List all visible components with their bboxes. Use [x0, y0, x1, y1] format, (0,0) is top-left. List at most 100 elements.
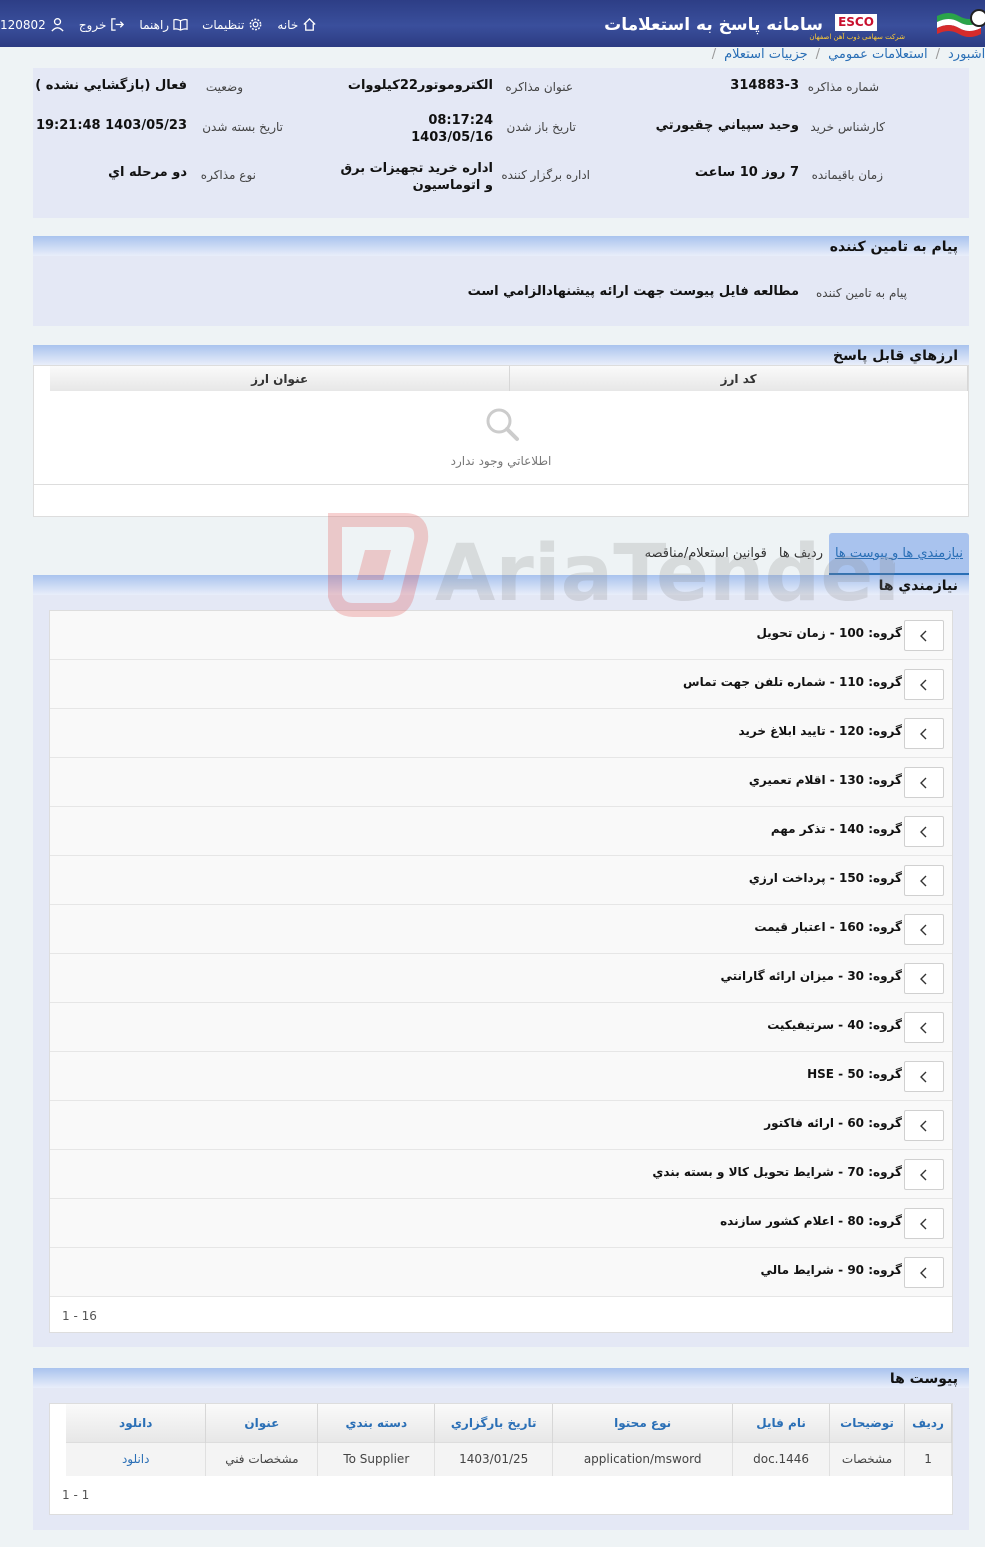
- settings-label: تنظيمات: [202, 17, 245, 32]
- expand-group-button[interactable]: [904, 816, 944, 847]
- expand-group-button[interactable]: [904, 767, 944, 798]
- expand-group-button[interactable]: [904, 669, 944, 700]
- breadcrumb-dashboard[interactable]: داشبورد: [948, 47, 985, 62]
- guide-button[interactable]: راهنما: [139, 17, 188, 32]
- requirement-group-label: گروه: 90 - شرايط مالي: [760, 1263, 902, 1277]
- type-label: نوع مذاکره: [200, 168, 256, 182]
- expand-group-button[interactable]: [904, 914, 944, 945]
- breadcrumb-public-inquiries[interactable]: استعلامات عمومي: [828, 47, 928, 62]
- expand-group-button[interactable]: [904, 1012, 944, 1043]
- gear-icon: [250, 18, 262, 31]
- status-label: وضعيت: [205, 80, 243, 94]
- tab-rules[interactable]: قوانين استعلام/مناقصه: [639, 533, 773, 575]
- flag-logo-icon: [937, 9, 985, 37]
- table-cell: doc.1446: [732, 1441, 831, 1476]
- requirement-group-row[interactable]: گروه: 130 - اقلام تعميري: [50, 758, 952, 807]
- currencies-panel: ارزهاي قابل پاسخ کد ارز عنوان ارز اطلاعا…: [33, 345, 969, 517]
- currencies-title: ارزهاي قابل پاسخ: [33, 345, 969, 365]
- requirement-group-row[interactable]: گروه: 140 - تذکر مهم: [50, 807, 952, 856]
- top-bar: ESCO شرکت سهامی ذوب آهن اصفهان سامانه پا…: [0, 0, 985, 47]
- buyer-label: كارشناس خريد: [810, 120, 885, 134]
- chevron-left-icon: [920, 1169, 927, 1180]
- currency-title-header[interactable]: عنوان ارز: [50, 366, 511, 391]
- requirement-group-label: گروه: 160 - اعتبار قيمت: [754, 920, 902, 934]
- number-label: شماره مذاکره: [807, 80, 879, 94]
- attachments-col-header[interactable]: نام فايل: [732, 1404, 831, 1442]
- expand-group-button[interactable]: [904, 620, 944, 651]
- requirement-group-label: گروه: 50 - HSE: [807, 1067, 902, 1081]
- home-button[interactable]: خانه: [277, 17, 317, 32]
- requirement-group-row[interactable]: گروه: 150 - پرداخت ارزي: [50, 856, 952, 905]
- requirement-group-row[interactable]: گروه: 80 - اعلام كشور سازنده: [50, 1199, 952, 1248]
- brand-subtitle: شرکت سهامی ذوب آهن اصفهان: [809, 33, 905, 41]
- requirement-group-row[interactable]: گروه: 40 - سرتيفيکيت: [50, 1003, 952, 1052]
- table-cell: 1: [904, 1441, 952, 1476]
- requirement-group-row[interactable]: گروه: 30 - ميزان ارائه گارانتي: [50, 954, 952, 1003]
- requirement-group-label: گروه: 150 - پرداخت ارزي: [748, 871, 902, 885]
- requirement-group-row[interactable]: گروه: 160 - اعتبار قيمت: [50, 905, 952, 954]
- attachments-title: پيوست ها: [33, 1368, 969, 1388]
- status-value: فعال (بازگشايي نشده ): [35, 78, 187, 93]
- requirement-group-row[interactable]: گروه: 60 - ارائه فاكتور: [50, 1101, 952, 1150]
- user-menu[interactable]: 120802: [0, 17, 65, 32]
- logout-label: خروج: [78, 17, 107, 32]
- requirement-group-label: گروه: 140 - تذکر مهم: [770, 822, 902, 836]
- expand-group-button[interactable]: [904, 1257, 944, 1288]
- requirement-group-row[interactable]: گروه: 110 - شماره تلفن جهت تماس: [50, 660, 952, 709]
- chevron-left-icon: [920, 826, 927, 837]
- guide-label: راهنما: [139, 17, 170, 32]
- tab-requirements[interactable]: نيازمندي ها و پيوست ها: [828, 533, 969, 575]
- attachments-col-header[interactable]: رديف: [904, 1404, 952, 1442]
- no-data-text: اطلاعاتي وجود ندارد: [450, 454, 552, 468]
- chevron-left-icon: [920, 679, 927, 690]
- attachments-col-header[interactable]: عنوان: [205, 1404, 319, 1442]
- requirement-group-row[interactable]: گروه: 120 - تاييد ابلاغ خريد: [50, 709, 952, 758]
- attachments-col-header[interactable]: تاريخ بارگزاري: [434, 1404, 554, 1442]
- open-time-value: 08:17:24: [428, 113, 493, 128]
- expand-group-button[interactable]: [904, 1208, 944, 1239]
- expand-group-button[interactable]: [904, 1110, 944, 1141]
- supplier-message-title: پيام به تامين کننده: [33, 236, 969, 256]
- attachments-col-header[interactable]: دسته بندي: [317, 1404, 436, 1442]
- attachments-col-header[interactable]: نوع محتوا: [552, 1404, 734, 1442]
- remaining-value: 7 روز 10 ساعت: [694, 165, 799, 180]
- supplier-message-panel: پيام به تامين کننده پيام به تامين کننده …: [33, 236, 969, 326]
- breadcrumb-inquiry-details[interactable]: جزييات استعلام: [724, 47, 808, 62]
- supplier-message-value: مطالعه فايل پيوست جهت ارائه پيشنهادالزام…: [467, 284, 799, 299]
- attachments-table: رديف توضيحات نام فايل نوع محتوا تاريخ بارگزا…: [66, 1404, 952, 1476]
- user-id: 120802: [0, 17, 46, 32]
- requirement-group-row[interactable]: گروه: 70 - شرايط تحويل کالا و بسته بندي: [50, 1150, 952, 1199]
- expand-group-button[interactable]: [904, 1061, 944, 1092]
- attachments-col-header[interactable]: دانلود: [66, 1404, 207, 1442]
- requirements-panel: نيازمندي ها گروه: 100 - زمان تحويل گروه: …: [33, 575, 969, 1347]
- table-cell: مشخصات فني: [205, 1441, 319, 1476]
- currency-code-header[interactable]: کد ارز: [509, 366, 968, 391]
- title-label: عنوان مذاکره: [505, 80, 573, 94]
- expand-group-button[interactable]: [904, 963, 944, 994]
- open-date-label: تاريخ باز شدن: [506, 120, 576, 134]
- requirement-group-label: گروه: 30 - ميزان ارائه گارانتي: [720, 969, 902, 983]
- chevron-left-icon: [920, 1022, 927, 1033]
- expand-group-button[interactable]: [904, 718, 944, 749]
- user-icon: [51, 18, 64, 32]
- expand-group-button[interactable]: [904, 865, 944, 896]
- download-link[interactable]: دانلود: [66, 1441, 207, 1476]
- table-cell: 1403/01/25: [434, 1441, 554, 1476]
- open-date-value: 1403/05/16: [411, 130, 493, 145]
- requirement-group-row[interactable]: گروه: 100 - زمان تحويل: [50, 611, 952, 660]
- settings-button[interactable]: تنظيمات: [202, 17, 263, 32]
- chevron-left-icon: [920, 973, 927, 984]
- logout-button[interactable]: خروج: [79, 17, 126, 32]
- requirement-group-row[interactable]: گروه: 50 - HSE: [50, 1052, 952, 1101]
- remaining-label: زمان باقيمانده: [811, 168, 883, 182]
- table-row: 1 مشخصات doc.1446 application/msword 1403/01…: [66, 1441, 952, 1476]
- requirement-group-label: گروه: 110 - شماره تلفن جهت تماس: [683, 675, 902, 689]
- chevron-left-icon: [920, 1120, 927, 1131]
- expand-group-button[interactable]: [904, 1159, 944, 1190]
- requirement-group-row[interactable]: گروه: 90 - شرايط مالي: [50, 1248, 952, 1297]
- attachments-col-header[interactable]: توضيحات: [829, 1404, 906, 1442]
- tab-rows[interactable]: رديف ها: [773, 533, 829, 575]
- org-label: اداره برگزار کننده: [501, 168, 590, 182]
- chevron-left-icon: [920, 630, 927, 641]
- org-value-line1: اداره خريد تجهيزات برق: [340, 161, 493, 176]
